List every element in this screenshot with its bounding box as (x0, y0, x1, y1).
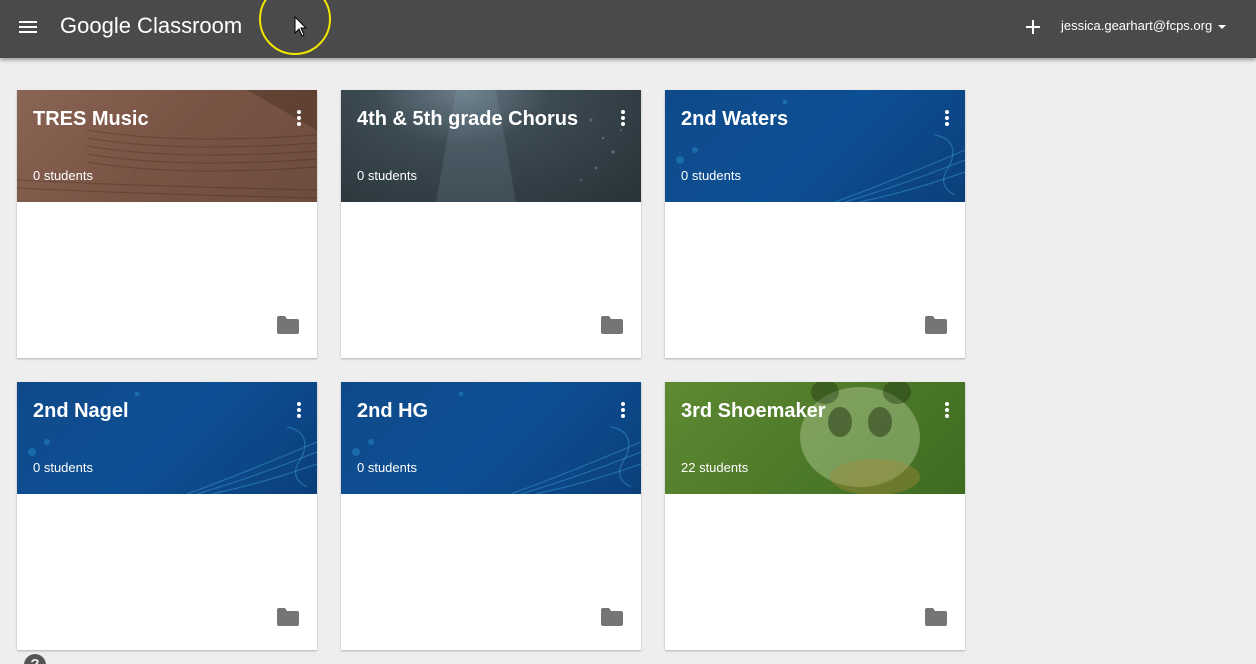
mouse-pointer-icon (294, 16, 308, 37)
account-email: jessica.gearhart@fcps.org (1061, 18, 1213, 33)
class-name[interactable]: TRES Music (33, 108, 149, 131)
folder-icon[interactable] (601, 608, 623, 626)
panda-guitar-decoration (800, 382, 920, 494)
music-notes-decoration (352, 391, 641, 494)
class-card[interactable]: 3rd Shoemaker 22 students (665, 382, 965, 650)
top-app-bar: Google Classroom jessica.gearhart@fcps.o… (0, 0, 1256, 58)
spotlight-decoration (436, 90, 622, 202)
class-card-header[interactable]: TRES Music 0 students (17, 90, 317, 202)
more-options-icon[interactable] (293, 402, 305, 420)
music-notes-decoration (676, 99, 965, 202)
dropdown-caret-icon (1218, 24, 1227, 29)
help-icon[interactable]: ? (24, 654, 46, 664)
more-options-icon[interactable] (293, 110, 305, 128)
class-card[interactable]: 2nd Waters 0 students (665, 90, 965, 358)
class-name[interactable]: 3rd Shoemaker (681, 400, 826, 423)
class-card[interactable]: 2nd Nagel 0 students (17, 382, 317, 650)
sheet-music-decoration (17, 90, 317, 199)
class-card[interactable]: 2nd HG 0 students (341, 382, 641, 650)
class-card[interactable]: 4th & 5th grade Chorus 0 students (341, 90, 641, 358)
folder-icon[interactable] (277, 608, 299, 626)
folder-icon[interactable] (925, 608, 947, 626)
class-card-header[interactable]: 2nd Waters 0 students (665, 90, 965, 202)
class-name[interactable]: 4th & 5th grade Chorus (357, 108, 578, 131)
class-name[interactable]: 2nd HG (357, 400, 428, 423)
student-count: 0 students (681, 168, 741, 183)
create-or-join-class-button[interactable] (1021, 15, 1045, 39)
more-options-icon[interactable] (941, 402, 953, 420)
class-card-header[interactable]: 2nd HG 0 students (341, 382, 641, 494)
folder-icon[interactable] (925, 316, 947, 334)
class-card-header[interactable]: 2nd Nagel 0 students (17, 382, 317, 494)
student-count: 0 students (33, 460, 93, 475)
class-card-header[interactable]: 4th & 5th grade Chorus 0 students (341, 90, 641, 202)
student-count: 0 students (357, 168, 417, 183)
music-notes-decoration (28, 391, 317, 494)
main-menu-icon[interactable] (16, 16, 42, 42)
student-count: 0 students (33, 168, 93, 183)
app-title[interactable]: Google Classroom (60, 13, 242, 39)
more-options-icon[interactable] (617, 402, 629, 420)
class-name[interactable]: 2nd Nagel (33, 400, 129, 423)
account-menu[interactable]: jessica.gearhart@fcps.org (1061, 18, 1227, 33)
class-card-header[interactable]: 3rd Shoemaker 22 students (665, 382, 965, 494)
folder-icon[interactable] (277, 316, 299, 334)
class-name[interactable]: 2nd Waters (681, 108, 788, 131)
more-options-icon[interactable] (941, 110, 953, 128)
student-count: 0 students (357, 460, 417, 475)
student-count: 22 students (681, 460, 749, 475)
folder-icon[interactable] (601, 316, 623, 334)
class-card[interactable]: TRES Music 0 students (17, 90, 317, 358)
more-options-icon[interactable] (617, 110, 629, 128)
